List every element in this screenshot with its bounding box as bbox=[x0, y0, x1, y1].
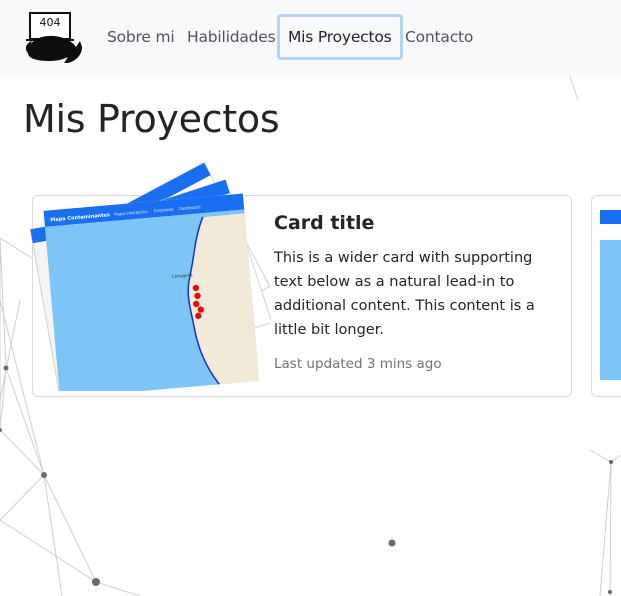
nav-link-mis-proyectos[interactable]: Mis Proyectos bbox=[277, 14, 403, 60]
logo-404-text: 404 bbox=[40, 16, 61, 29]
next-project-card[interactable] bbox=[591, 195, 621, 397]
project-screenshot-image: Mapa Contaminantes Mapa Interactivo Empr… bbox=[29, 162, 271, 391]
nav-link-habilidades[interactable]: Habilidades bbox=[187, 14, 276, 60]
card-text: This is a wider card with supporting tex… bbox=[274, 250, 535, 338]
navbar: 404 Sobre mi Habilidades Mis Proyectos C… bbox=[0, 0, 621, 77]
nav-link-contacto[interactable]: Contacto bbox=[405, 14, 473, 60]
next-project-image bbox=[600, 210, 621, 380]
cat-laptop-icon: 404 bbox=[25, 12, 82, 63]
brand-logo[interactable]: 404 bbox=[24, 11, 82, 65]
project-card[interactable]: Mapa Contaminantes Mapa Interactivo Empr… bbox=[29, 162, 572, 397]
card-body: Card title This is a wider card with sup… bbox=[274, 212, 554, 372]
page-title: Mis Proyectos bbox=[23, 97, 280, 141]
nav-link-sobre-mi[interactable]: Sobre mi bbox=[107, 14, 175, 60]
card-title: Card title bbox=[274, 212, 375, 234]
card-last-updated: Last updated 3 mins ago bbox=[274, 356, 442, 372]
